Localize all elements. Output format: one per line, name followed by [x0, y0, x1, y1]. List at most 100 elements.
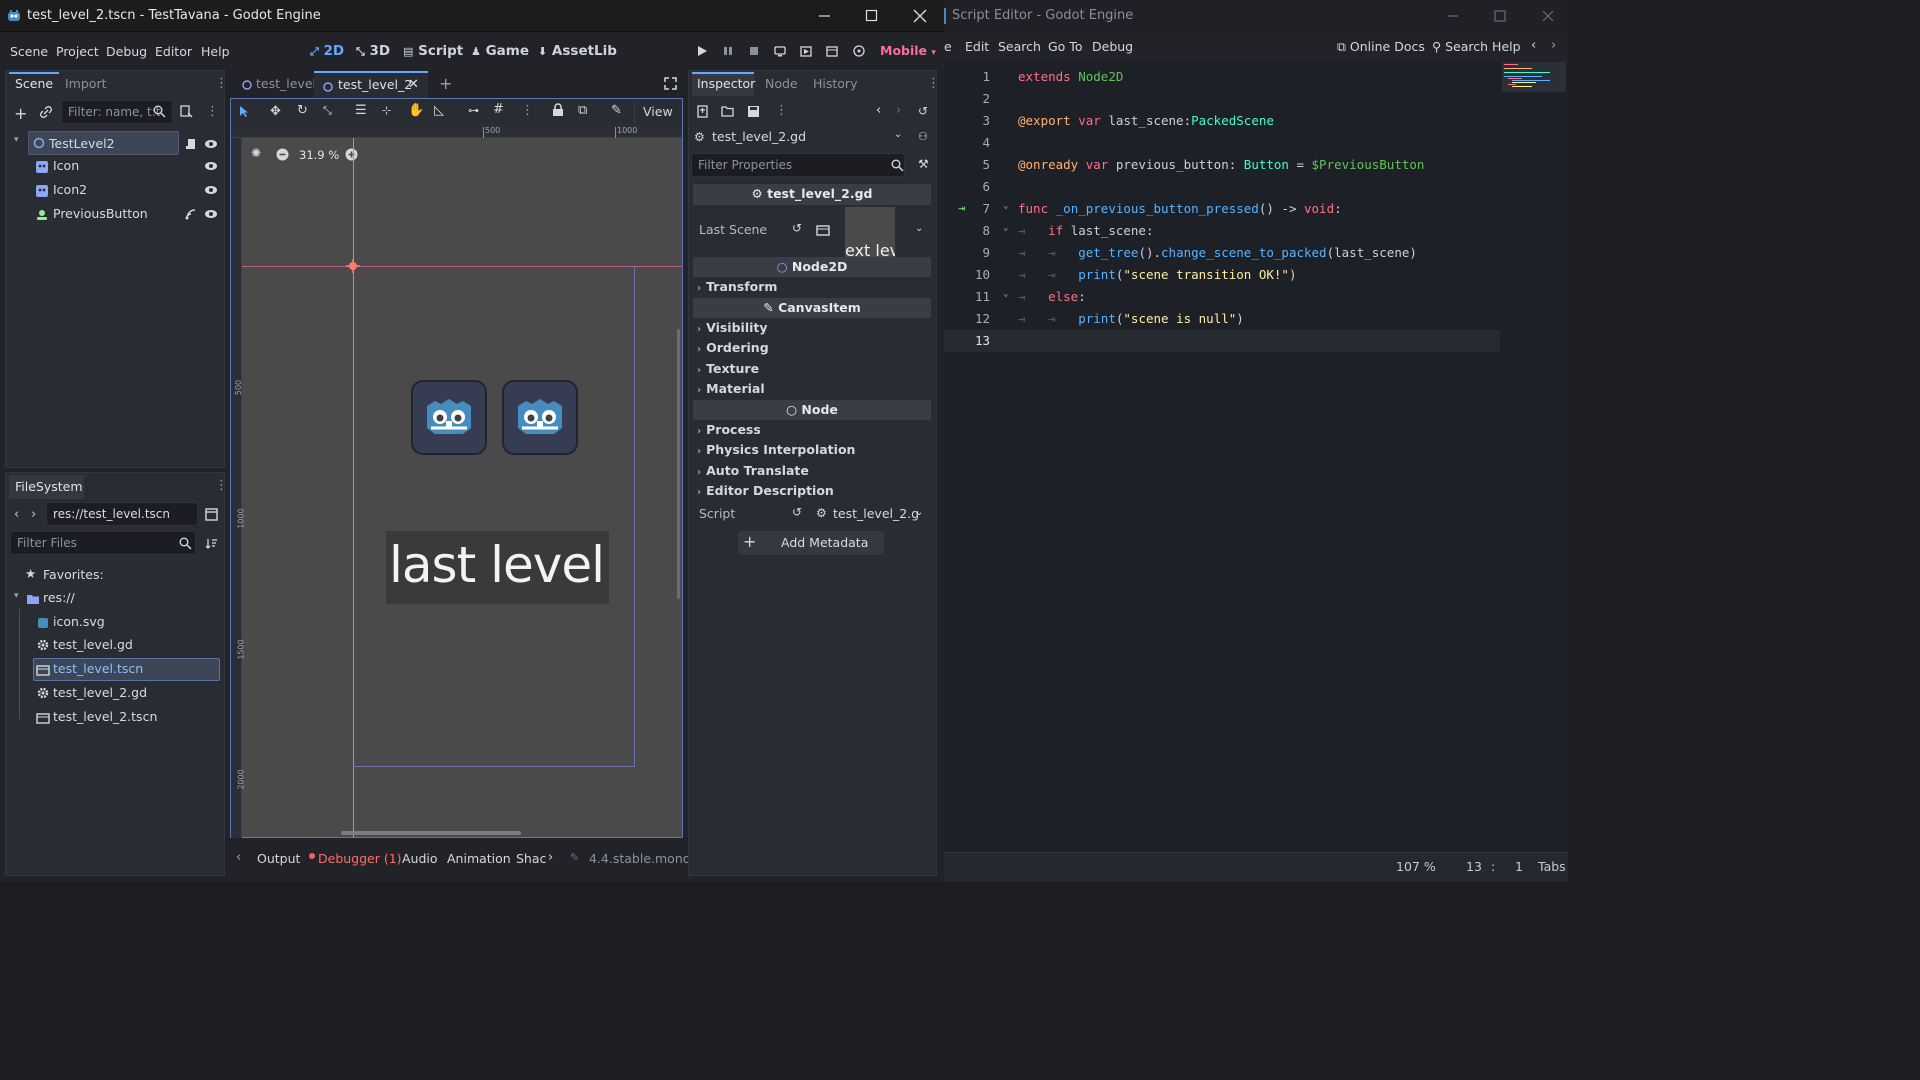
code-minimap[interactable] — [1502, 62, 1566, 152]
previous-button-node[interactable]: last level — [386, 531, 609, 604]
tab-history[interactable]: History — [813, 76, 857, 91]
play-icon[interactable] — [695, 44, 709, 58]
add-node-icon[interactable]: + — [14, 104, 27, 123]
save-icon[interactable] — [747, 105, 760, 118]
scroll-right-icon[interactable]: › — [548, 850, 553, 865]
attach-script-icon[interactable] — [179, 104, 193, 118]
scene-tab-test-level[interactable]: test_level — [232, 70, 316, 98]
add-tab-icon[interactable]: + — [439, 74, 452, 93]
pivot-icon[interactable]: ⊹ — [382, 104, 391, 117]
tab-inspector[interactable]: Inspector — [697, 76, 755, 91]
open-folder-icon[interactable] — [721, 105, 735, 118]
workspace-assetlib[interactable]: ⬇ AssetLib — [538, 43, 617, 59]
vertical-scrollbar[interactable] — [677, 329, 680, 599]
distraction-free-icon[interactable] — [664, 77, 677, 90]
renderer-selector[interactable]: Mobile ▾ — [880, 43, 936, 58]
scene-tab-test-level-2[interactable]: test_level_2 ✕ — [314, 71, 428, 99]
tab-debugger[interactable]: Debugger (1) — [318, 851, 402, 866]
script-attached-icon[interactable] — [185, 137, 199, 151]
group-icon[interactable]: ⧉ — [578, 103, 587, 118]
menu-scene[interactable]: Scene — [10, 44, 48, 59]
movie-maker-icon[interactable] — [852, 44, 866, 58]
history-forward-icon[interactable]: › — [896, 103, 901, 118]
menu-edit[interactable]: Edit — [965, 39, 989, 54]
workspace-2d[interactable]: ⤢ 2D — [310, 43, 344, 59]
tab-audio[interactable]: Audio — [402, 851, 438, 866]
workspace-3d[interactable]: ⤡ 3D — [356, 43, 390, 59]
tab-filesystem[interactable]: FileSystem — [15, 479, 83, 494]
visibility-eye-icon[interactable] — [204, 183, 218, 197]
resource-selector[interactable]: ⚙ test_level_2.gd ⌄ ⚇ — [689, 125, 936, 149]
link-icon[interactable] — [39, 105, 53, 119]
section-canvasitem[interactable]: ✎ CanvasItem — [693, 298, 931, 318]
menu-debug[interactable]: Debug — [106, 44, 147, 59]
menu-file[interactable]: e — [944, 39, 952, 54]
kebab-menu-icon[interactable]: ⋮ — [927, 76, 940, 91]
tools-icon[interactable]: ⚒ — [918, 157, 929, 171]
group-auto-translate[interactable]: › Auto Translate — [697, 463, 809, 478]
tab-node[interactable]: Node — [765, 76, 798, 91]
revert-icon[interactable]: ↺ — [792, 505, 802, 519]
smart-snap-icon[interactable]: ⊶ — [468, 104, 479, 117]
play-scene-icon[interactable] — [799, 44, 813, 58]
tab-animation[interactable]: Animation — [447, 851, 511, 866]
script-value[interactable]: test_level_2.g — [833, 506, 919, 521]
group-physics-interpolation[interactable]: › Physics Interpolation — [697, 442, 855, 457]
icon-sprite[interactable] — [411, 380, 487, 455]
tab-scene[interactable]: Scene — [15, 76, 53, 91]
icon2-sprite[interactable] — [502, 380, 578, 455]
visibility-eye-icon[interactable] — [204, 207, 218, 221]
folder-res[interactable]: ▾ res:// — [6, 587, 224, 609]
group-texture[interactable]: › Texture — [697, 361, 759, 376]
code-editor[interactable]: 1 extends Node2D 2 3 @export var last_scen… — [944, 62, 1500, 852]
section-node[interactable]: ○ Node — [693, 400, 931, 420]
viewport-2d[interactable]: ✥ ↻ ⤡ ☰ ⊹ ✋ ◺ ⊶ # ⋮ ⧉ ✎ View 500 1000 50… — [230, 98, 683, 838]
scene-node-testlevel2[interactable]: ▾ TestLevel2 — [6, 131, 224, 155]
scroll-left-icon[interactable]: ‹ — [236, 850, 241, 865]
file-item[interactable]: test_level_2.tscn — [6, 706, 224, 728]
files-filter-input[interactable]: Filter Files — [10, 531, 196, 555]
move-mode-icon[interactable]: ✥ — [270, 104, 281, 119]
forward-arrow-icon[interactable]: › — [31, 507, 36, 522]
group-transform[interactable]: › Transform — [697, 279, 777, 294]
filter-properties-input[interactable]: Filter Properties — [691, 153, 905, 177]
indent-mode[interactable]: Tabs — [1538, 859, 1566, 874]
lock-icon[interactable] — [552, 103, 564, 117]
kebab-menu-icon[interactable]: ⋮ — [215, 76, 228, 91]
play-custom-scene-icon[interactable] — [825, 44, 839, 58]
tab-output[interactable]: Output — [257, 851, 300, 866]
group-material[interactable]: › Material — [697, 381, 765, 396]
minimize-icon[interactable] — [817, 8, 833, 24]
center-view-icon[interactable]: ✺ — [251, 146, 261, 160]
grid-snap-icon[interactable]: # — [493, 102, 504, 117]
menu-debug[interactable]: Debug — [1092, 39, 1133, 54]
group-visibility[interactable]: › Visibility — [697, 320, 768, 335]
new-resource-icon[interactable] — [696, 105, 709, 118]
select-mode-icon[interactable] — [238, 105, 251, 118]
menu-editor[interactable]: Editor — [155, 44, 192, 59]
section-node2d[interactable]: ○ Node2D — [693, 257, 931, 277]
chevron-down-icon[interactable]: ⌄ — [915, 223, 923, 234]
favorites-item[interactable]: ★ Favorites: — [6, 564, 224, 586]
zoom-in-icon[interactable] — [345, 148, 358, 161]
sub-resources-icon[interactable]: ⚇ — [918, 130, 928, 143]
revert-icon[interactable]: ↺ — [792, 221, 802, 235]
workspace-game[interactable]: ♟ Game — [471, 43, 529, 59]
file-item[interactable]: test_level_2.gd — [6, 682, 224, 704]
menu-search[interactable]: Search — [998, 39, 1041, 54]
view-menu-button[interactable]: View — [634, 101, 674, 123]
scene-preview-thumbnail[interactable]: ext lev — [845, 207, 895, 257]
tab-import[interactable]: Import — [65, 76, 107, 91]
menu-project[interactable]: Project — [56, 44, 99, 59]
snap-options-icon[interactable]: ⋮ — [521, 103, 534, 118]
tab-shader[interactable]: Shac — [516, 851, 546, 866]
scale-mode-icon[interactable]: ⤡ — [323, 104, 332, 118]
rotate-mode-icon[interactable]: ↻ — [297, 103, 308, 118]
fold-icon[interactable]: ⌄ — [1003, 201, 1008, 211]
menu-goto[interactable]: Go To — [1048, 39, 1082, 54]
history-back-icon[interactable]: ‹ — [876, 103, 881, 118]
scene-options-icon[interactable]: ⋮ — [206, 104, 219, 119]
scene-node-icon[interactable]: Icon — [6, 155, 224, 177]
file-item[interactable]: test_level.gd — [6, 634, 224, 656]
zoom-out-icon[interactable] — [276, 148, 289, 161]
